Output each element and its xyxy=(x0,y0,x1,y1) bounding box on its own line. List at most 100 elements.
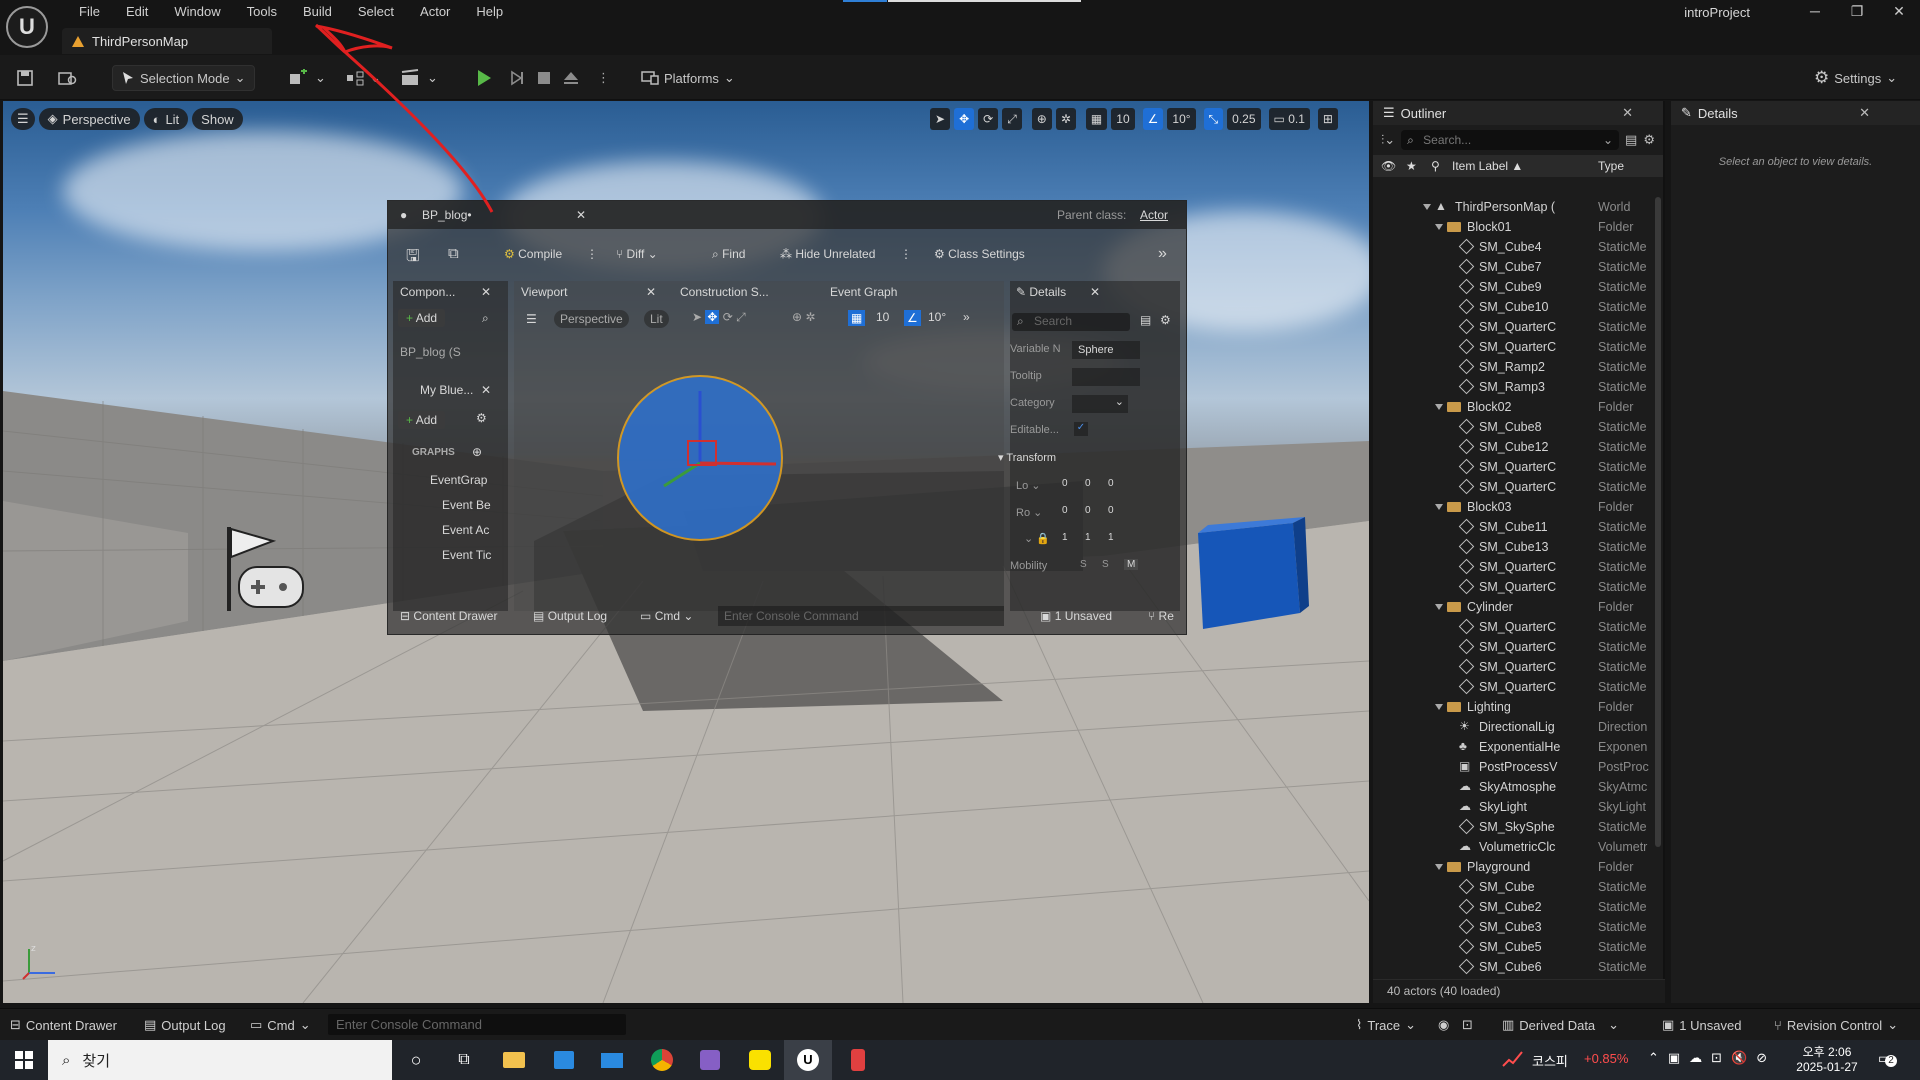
expand-arrow-icon[interactable] xyxy=(1435,704,1443,710)
add-actor-button[interactable]: ⌄ xyxy=(288,65,326,91)
close-button[interactable]: ✕ xyxy=(1878,0,1920,24)
outliner-actor-row[interactable]: SM_Cube6 StaticMe xyxy=(1373,957,1655,977)
perspective-button[interactable]: ◈ Perspective xyxy=(38,108,140,130)
outliner-actor-row[interactable]: SM_Cube13 StaticMe xyxy=(1373,537,1655,557)
hide-unrelated-options-icon[interactable]: ⋮ xyxy=(900,247,912,261)
outliner-actor-row[interactable]: ▲ ThirdPersonMap (World xyxy=(1373,197,1655,217)
menu-help[interactable]: Help xyxy=(463,3,516,20)
scale-x[interactable]: 1 xyxy=(1062,532,1068,543)
file-explorer-icon[interactable] xyxy=(490,1040,538,1080)
outliner-actor-row[interactable]: SM_Cube4 StaticMe xyxy=(1373,237,1655,257)
expand-arrow-icon[interactable] xyxy=(1435,224,1443,230)
outliner-folder-row[interactable]: Cylinder Folder xyxy=(1373,597,1655,617)
settings-dropdown[interactable]: ⚙ Settings ⌄ xyxy=(1814,65,1897,91)
rotate-icon[interactable]: ⟳ xyxy=(978,108,999,130)
selection-mode-dropdown[interactable]: Selection Mode ⌄ xyxy=(112,65,255,91)
save-icon[interactable] xyxy=(16,65,34,91)
event-graph-tab[interactable]: Event Graph xyxy=(830,285,897,299)
platforms-dropdown[interactable]: Platforms ⌄ xyxy=(641,65,735,91)
trace-dropdown[interactable]: ⌇ Trace ⌄ xyxy=(1356,1017,1416,1033)
menu-build[interactable]: Build xyxy=(290,3,345,20)
location-label[interactable]: Lo ⌄ xyxy=(1016,479,1041,492)
translate-icon[interactable]: ✥ xyxy=(954,108,975,130)
camera-speed-button[interactable]: ▭ 0.1 xyxy=(1268,108,1310,130)
play-options-button[interactable]: ⋮ xyxy=(597,65,610,91)
mobility-static[interactable]: S xyxy=(1080,559,1087,570)
diff-button[interactable]: ⑂ Diff ⌄ xyxy=(616,247,658,261)
location-y[interactable]: 0 xyxy=(1085,478,1091,489)
outliner-actor-row[interactable]: SM_Cube11 StaticMe xyxy=(1373,517,1655,537)
lit-button[interactable]: ◐ Lit xyxy=(143,108,189,130)
event-graph-item[interactable]: EventGrap xyxy=(430,473,487,487)
outliner-actor-row[interactable]: ☁ SkyAtmosphe SkyAtmc xyxy=(1373,777,1655,797)
outliner-actor-row[interactable]: SM_Cube8 StaticMe xyxy=(1373,417,1655,437)
blueprint-editor-window[interactable]: ● BP_blog• ✕ Parent class: Actor 🖫 ⧉ ⚙ C… xyxy=(387,200,1187,635)
derived-data-dropdown[interactable]: ▥ Derived Data ⌄ xyxy=(1502,1017,1619,1033)
outliner-actor-row[interactable]: SM_Ramp2 StaticMe xyxy=(1373,357,1655,377)
bp-unsaved-button[interactable]: ▣ 1 Unsaved xyxy=(1040,609,1112,623)
scale-lock-icon[interactable]: ⌄ 🔒 xyxy=(1024,532,1050,545)
eject-button[interactable] xyxy=(562,65,580,91)
surface-snap-icon[interactable]: ✲ xyxy=(1055,108,1076,130)
outliner-actor-row[interactable]: SM_Cube10 StaticMe xyxy=(1373,297,1655,317)
class-settings-button[interactable]: ⚙ Class Settings xyxy=(934,247,1025,261)
bp-details-search[interactable]: ⌕ Search xyxy=(1012,313,1130,331)
bp-cmd-dropdown[interactable]: ▭ Cmd ⌄ xyxy=(640,609,693,623)
bp-console-input[interactable]: Enter Console Command xyxy=(718,606,1004,626)
visual-studio-icon[interactable] xyxy=(686,1040,734,1080)
outliner-actor-row[interactable]: SM_QuarterC StaticMe xyxy=(1373,337,1655,357)
menu-select[interactable]: Select xyxy=(345,3,407,20)
scale-icon[interactable]: ⤢ xyxy=(1002,108,1022,130)
record-icon[interactable]: ◉ xyxy=(1438,1017,1449,1033)
outliner-search-input[interactable]: ⌕ Search... ⌄ xyxy=(1401,130,1620,150)
outliner-actor-row[interactable]: SM_SkySphe StaticMe xyxy=(1373,817,1655,837)
expand-toolbar-icon[interactable]: » xyxy=(1158,245,1167,263)
expand-arrow-icon[interactable] xyxy=(1423,204,1431,210)
outliner-folder-row[interactable]: Playground Folder xyxy=(1373,857,1655,877)
select-mode-icon[interactable]: ➤ xyxy=(930,108,951,130)
cortana-icon[interactable]: ○ xyxy=(392,1040,440,1080)
scale-y[interactable]: 1 xyxy=(1085,532,1091,543)
outliner-actor-row[interactable]: ☁ SkyLight SkyLight xyxy=(1373,797,1655,817)
bp-content-drawer-button[interactable]: ⊟ Content Drawer xyxy=(400,609,497,623)
outliner-folder-row[interactable]: Block02 Folder xyxy=(1373,397,1655,417)
components-tab[interactable]: Compon... xyxy=(400,285,455,299)
tooltip-field[interactable] xyxy=(1072,368,1140,386)
outliner-folder-row[interactable]: Block01 Folder xyxy=(1373,217,1655,237)
variable-name-field[interactable]: Sphere xyxy=(1072,341,1140,359)
pin-icon[interactable]: ⚲ xyxy=(1431,159,1440,173)
unsaved-button[interactable]: ▣ 1 Unsaved xyxy=(1662,1017,1741,1033)
outliner-actor-row[interactable]: SM_QuarterC StaticMe xyxy=(1373,457,1655,477)
table-view-icon[interactable]: ▤ xyxy=(1140,313,1151,327)
outliner-actor-row[interactable]: ▣ PostProcessV PostProc xyxy=(1373,757,1655,777)
details-close-icon[interactable]: ✕ xyxy=(1859,105,1870,121)
category-dropdown[interactable]: ⌄ xyxy=(1072,395,1128,413)
outliner-actor-row[interactable]: ☀ DirectionalLig Direction xyxy=(1373,717,1655,737)
my-blueprint-settings-icon[interactable]: ⚙ xyxy=(476,411,487,425)
rotation-label[interactable]: Ro ⌄ xyxy=(1016,506,1042,519)
outliner-close-icon[interactable]: ✕ xyxy=(1622,105,1633,121)
event-item[interactable]: Event Be xyxy=(442,498,491,512)
components-add-button[interactable]: + Add xyxy=(398,309,446,327)
filter-icon[interactable]: ⫶⌄ xyxy=(1381,132,1395,148)
browse-icon[interactable] xyxy=(58,65,78,91)
event-item[interactable]: Event Ac xyxy=(442,523,489,537)
location-x[interactable]: 0 xyxy=(1062,478,1068,489)
mail-icon[interactable] xyxy=(588,1040,636,1080)
outliner-actor-row[interactable]: SM_Cube7 StaticMe xyxy=(1373,257,1655,277)
outliner-actor-row[interactable]: SM_Cube StaticMe xyxy=(1373,877,1655,897)
my-blueprint-add-button[interactable]: + Add xyxy=(398,411,446,429)
windows-start-icon[interactable] xyxy=(0,1040,48,1080)
cinematics-button[interactable]: ⌄ xyxy=(400,65,438,91)
screenshot-icon[interactable]: ⊡ xyxy=(1462,1017,1473,1033)
cmd-dropdown[interactable]: ▭ Cmd ⌄ xyxy=(250,1017,311,1033)
parent-class-link[interactable]: Actor xyxy=(1140,208,1168,222)
location-z[interactable]: 0 xyxy=(1108,478,1114,489)
add-folder-icon[interactable]: ▤ xyxy=(1625,132,1637,148)
stop-button[interactable] xyxy=(538,65,550,91)
components-close-icon[interactable]: ✕ xyxy=(481,285,491,299)
outliner-actor-row[interactable]: SM_Cube2 StaticMe xyxy=(1373,897,1655,917)
outliner-actor-row[interactable]: SM_QuarterC StaticMe xyxy=(1373,637,1655,657)
level-tab[interactable]: ThirdPersonMap xyxy=(62,28,272,54)
gear-icon[interactable]: ⚙ xyxy=(1643,132,1655,148)
